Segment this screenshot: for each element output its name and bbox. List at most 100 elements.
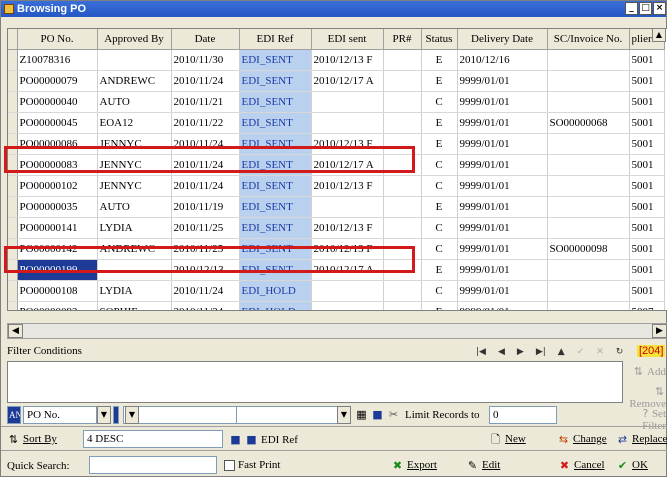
col-header-po[interactable]: PO No. xyxy=(17,29,98,50)
row-indicator[interactable] xyxy=(8,217,18,239)
table-row[interactable]: PO00000040 AUTO 2010/11/21 EDI_SENT C 9999/01… xyxy=(8,91,665,113)
field-dropdown-arrow[interactable]: ▼ xyxy=(97,406,111,424)
delivery-date-cell[interactable]: 9999/01/01 xyxy=(457,175,548,197)
date-cell[interactable]: 2010/11/24 xyxy=(171,301,240,310)
sc-invoice-cell[interactable]: SO00000068 xyxy=(547,112,630,134)
scroll-right-arrow[interactable]: ▶ xyxy=(652,324,667,338)
date-cell[interactable]: 2010/11/24 xyxy=(171,133,240,155)
table-row[interactable]: PO00000108 LYDIA 2010/11/24 EDI_HOLD C 9999/0… xyxy=(8,280,665,302)
date-cell[interactable]: 2010/11/24 xyxy=(171,70,240,92)
status-cell[interactable]: E xyxy=(421,112,458,134)
refresh-icon[interactable]: ↻ xyxy=(616,347,624,357)
field-selector[interactable]: PO No. xyxy=(23,406,97,424)
scroll-left-arrow[interactable]: ◀ xyxy=(8,324,23,338)
row-indicator[interactable] xyxy=(8,301,18,310)
po-cell[interactable]: PO00000083 xyxy=(17,154,98,176)
table-row[interactable]: PO00000083 JENNYC 2010/11/24 EDI_SENT 2010/1… xyxy=(8,154,665,176)
edi-sent-cell[interactable] xyxy=(311,112,384,134)
edi-ref-cell[interactable]: EDI_SENT xyxy=(239,70,312,92)
supplier-cell[interactable]: 5001 xyxy=(629,259,665,281)
sc-invoice-cell[interactable] xyxy=(547,301,630,310)
filter-conditions-area[interactable] xyxy=(7,361,623,403)
edi-sent-cell[interactable]: 2010/12/13 F xyxy=(311,175,384,197)
table-row[interactable]: PO00000035 AUTO 2010/11/19 EDI_SENT E 9999/01… xyxy=(8,196,665,218)
row-indicator[interactable] xyxy=(8,91,18,113)
status-cell[interactable]: C xyxy=(421,91,458,113)
approved-by-cell[interactable] xyxy=(97,49,172,71)
sc-invoice-cell[interactable] xyxy=(547,259,630,281)
edi-ref-cell[interactable]: EDI_SENT xyxy=(239,217,312,239)
sort-value-field[interactable]: 4 DESC xyxy=(83,430,223,448)
edi-sent-cell[interactable]: 2010/12/13 F xyxy=(311,238,384,260)
pr-cell[interactable] xyxy=(383,91,422,113)
status-cell[interactable]: C xyxy=(421,175,458,197)
approved-by-cell[interactable]: ANDREWC xyxy=(97,70,172,92)
pr-cell[interactable] xyxy=(383,280,422,302)
col-header-status[interactable]: Status xyxy=(421,29,458,50)
row-indicator[interactable] xyxy=(8,70,18,92)
checkbox-box[interactable] xyxy=(224,459,235,471)
edi-sent-cell[interactable]: 2010/12/17 A xyxy=(311,70,384,92)
value-dropdown-arrow[interactable]: ▼ xyxy=(337,406,351,424)
approved-by-cell[interactable]: AUTO xyxy=(97,91,172,113)
edi-ref-cell[interactable]: EDI_HOLD xyxy=(239,301,312,310)
pr-cell[interactable] xyxy=(383,154,422,176)
po-cell[interactable]: PO00000086 xyxy=(17,133,98,155)
date-cell[interactable]: 2010/11/24 xyxy=(171,175,240,197)
row-indicator[interactable] xyxy=(8,280,18,302)
ok-button[interactable]: ✔ OK xyxy=(616,455,648,475)
row-indicator[interactable] xyxy=(8,175,18,197)
pr-cell[interactable] xyxy=(383,112,422,134)
cancel-x-icon[interactable]: ✕ xyxy=(596,347,604,357)
col-header-date[interactable]: Date xyxy=(171,29,240,50)
pr-cell[interactable] xyxy=(383,49,422,71)
operator-selector[interactable] xyxy=(113,406,119,424)
col-header-delivery[interactable]: Delivery Date xyxy=(457,29,548,50)
table-row[interactable]: PO00000199 2010/12/13 EDI_SENT 2010/12/17 A… xyxy=(8,259,665,281)
quick-search-input[interactable] xyxy=(89,456,217,474)
sort-by-button[interactable]: ⇅ Sort By xyxy=(7,429,57,449)
add-filter-button[interactable]: ⇅ Add xyxy=(627,365,667,384)
date-cell[interactable]: 2010/12/13 xyxy=(171,259,240,281)
status-cell[interactable]: E xyxy=(421,49,458,71)
row-indicator[interactable] xyxy=(8,196,18,218)
edi-sent-cell[interactable] xyxy=(311,196,384,218)
edi-sent-cell[interactable] xyxy=(311,301,384,310)
po-cell[interactable]: PO00000040 xyxy=(17,91,98,113)
delivery-date-cell[interactable]: 9999/01/01 xyxy=(457,217,548,239)
edi-ref-cell[interactable]: EDI_SENT xyxy=(239,112,312,134)
po-cell[interactable]: Z10078316 xyxy=(17,49,98,71)
up-icon[interactable]: ▲ xyxy=(558,347,565,357)
filter-value-field[interactable] xyxy=(236,406,348,424)
table-row[interactable]: PO00000092SOPHIE2010/11/24EDI_HOLD E9999/… xyxy=(8,301,665,310)
po-cell[interactable]: PO00000108 xyxy=(17,280,98,302)
po-cell[interactable]: PO00000092 xyxy=(17,301,98,310)
sc-invoice-cell[interactable] xyxy=(547,154,630,176)
edi-ref-cell[interactable]: EDI_HOLD xyxy=(239,280,312,302)
delivery-date-cell[interactable]: 9999/01/01 xyxy=(457,91,548,113)
edi-ref-cell[interactable]: EDI_SENT xyxy=(239,259,312,281)
new-button[interactable]: 🗋 New xyxy=(489,429,526,449)
export-button[interactable]: ✖ Export xyxy=(391,455,437,475)
date-cell[interactable]: 2010/11/22 xyxy=(171,112,240,134)
minimize-button[interactable]: _ xyxy=(625,2,638,15)
sc-invoice-cell[interactable] xyxy=(547,217,630,239)
delivery-date-cell[interactable]: 9999/01/01 xyxy=(457,70,548,92)
next-record-icon[interactable]: ▶ xyxy=(517,347,524,357)
date-cell[interactable]: 2010/11/21 xyxy=(171,91,240,113)
check-icon[interactable]: ✓ xyxy=(577,347,585,357)
edi-sent-cell[interactable]: 2010/12/13 F xyxy=(311,49,384,71)
edi-ref-cell[interactable]: EDI_SENT xyxy=(239,49,312,71)
row-indicator[interactable] xyxy=(8,112,18,134)
approved-by-cell[interactable]: AUTO xyxy=(97,196,172,218)
sort-save-icon[interactable]: ■ xyxy=(229,433,242,446)
table-row[interactable]: PO00000141 LYDIA 2010/11/25 EDI_SENT 2010/12… xyxy=(8,217,665,239)
date-cell[interactable]: 2010/11/25 xyxy=(171,217,240,239)
horizontal-scrollbar[interactable]: ◀ ▶ xyxy=(7,323,667,339)
and-selector[interactable]: AND xyxy=(7,406,21,424)
row-indicator[interactable] xyxy=(8,259,18,281)
row-indicator[interactable] xyxy=(8,133,18,155)
col-header-pr[interactable]: PR# xyxy=(383,29,422,50)
table-row[interactable]: PO00000086 JENNYC 2010/11/24 EDI_SENT 2010/1… xyxy=(8,133,665,155)
row-indicator[interactable] xyxy=(8,238,18,260)
